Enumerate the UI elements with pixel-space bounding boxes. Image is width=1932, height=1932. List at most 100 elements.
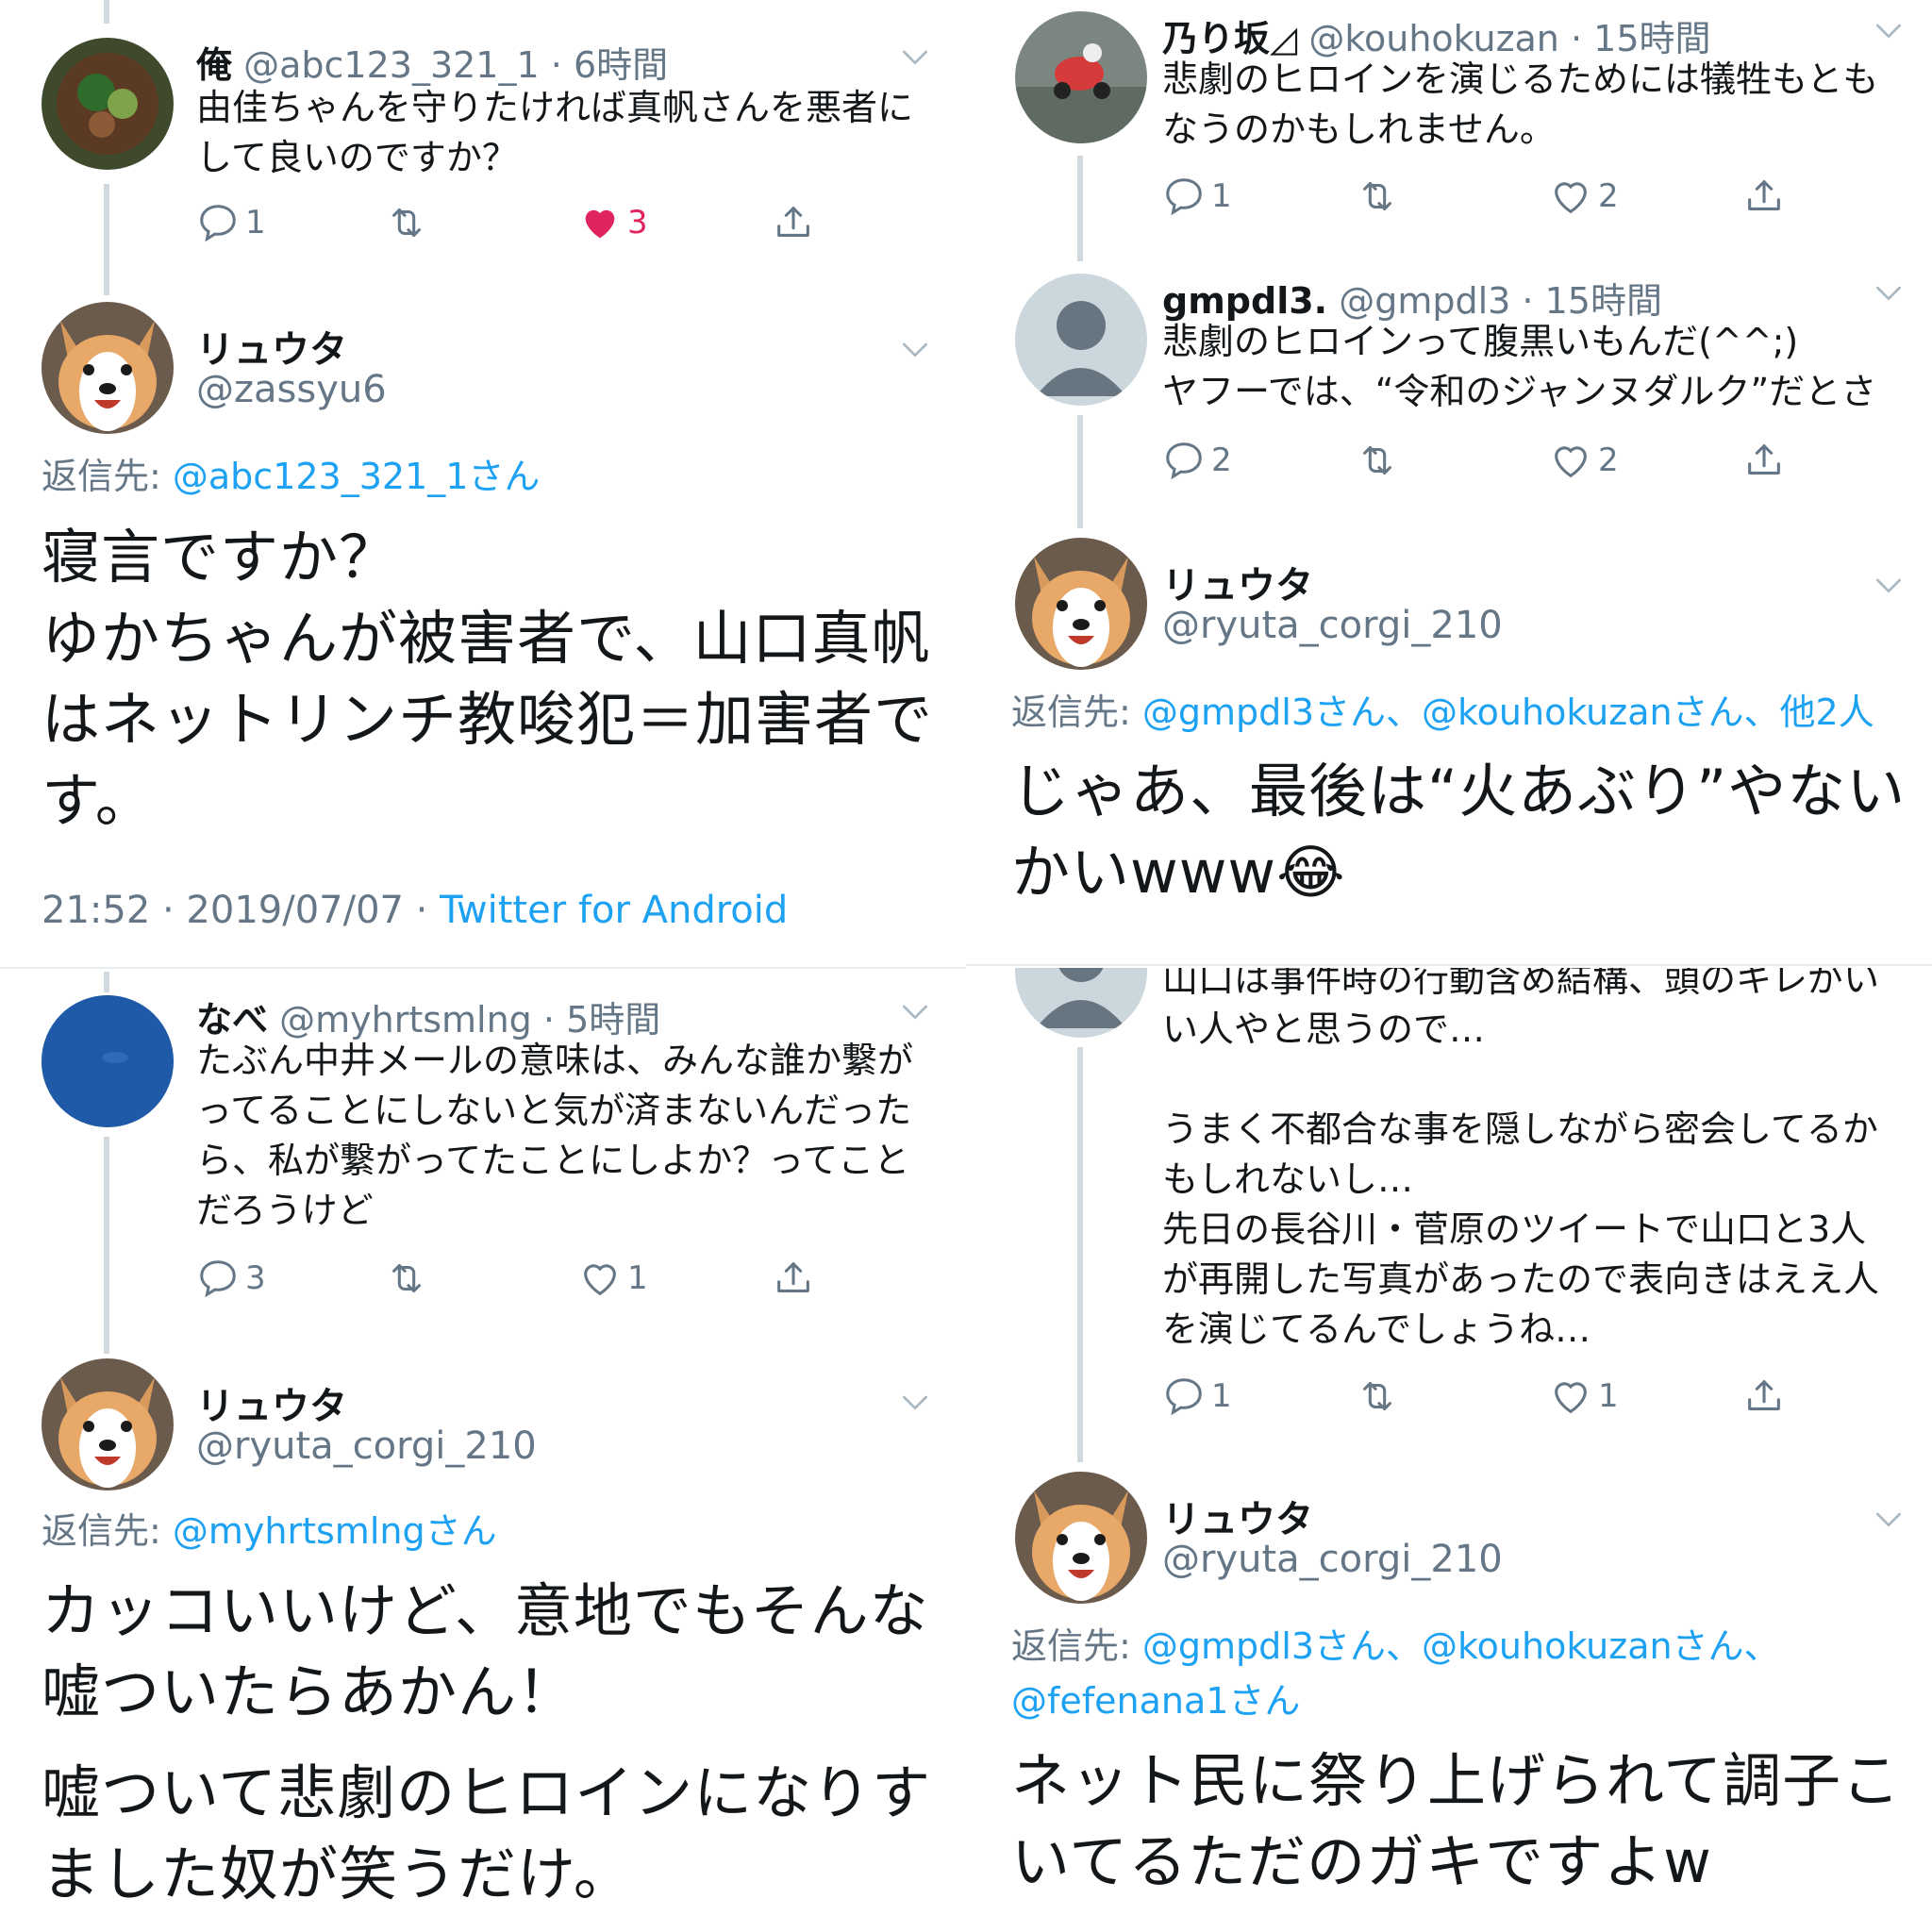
user-name[interactable]: なべ	[196, 999, 268, 1041]
divider	[966, 964, 1932, 966]
like-count: 3	[627, 204, 648, 242]
reply-button[interactable]: 3	[196, 1250, 266, 1307]
like-button[interactable]: 2	[1549, 168, 1619, 225]
user-handle[interactable]: @ryuta_corgi_210	[196, 1424, 537, 1468]
text-line: 寝言ですか？	[42, 523, 399, 591]
user-handle[interactable]: @myhrtsmlng	[279, 999, 532, 1041]
user-handle[interactable]: @kouhokuzan	[1308, 18, 1559, 59]
chevron-down-icon[interactable]	[1870, 1500, 1907, 1538]
share-icon	[1742, 1374, 1786, 1418]
tweet-text: ネット民に祭り上げられて調子こ いてるただのガキですよw	[1011, 1740, 1901, 1903]
tweet-time[interactable]: 5時間	[566, 999, 660, 1041]
avatar[interactable]	[1015, 274, 1147, 406]
text-line: ってることにしないと気が済まないんだった	[196, 1090, 912, 1131]
share-button[interactable]	[772, 1250, 815, 1307]
retweet-icon	[385, 201, 428, 244]
client-link[interactable]: Twitter for Android	[440, 889, 788, 932]
like-button[interactable]: 2	[1549, 432, 1619, 489]
chevron-down-icon[interactable]	[1870, 566, 1907, 604]
tweet-time[interactable]: 15時間	[1593, 18, 1710, 59]
reply-count: 2	[1211, 441, 1232, 479]
user-handle[interactable]: @zassyu6	[196, 368, 387, 411]
reply-targets-link[interactable]: @fefenana1さん	[1011, 1674, 1780, 1728]
avatar[interactable]	[42, 302, 174, 434]
reply-to: 返信先: @gmpdl3さん、@kouhokuzanさん、他2人	[1011, 685, 1874, 740]
retweet-icon	[1356, 175, 1399, 218]
like-icon	[578, 1257, 622, 1300]
reply-button[interactable]: 2	[1162, 432, 1232, 489]
like-count: 2	[1598, 441, 1619, 479]
user-name[interactable]: gmpdl3.	[1162, 280, 1327, 322]
reply-icon	[1162, 175, 1206, 218]
reply-button[interactable]: 1	[1162, 168, 1232, 225]
chevron-down-icon[interactable]	[896, 38, 934, 75]
text-line: ネット民に祭り上げられて調子こ	[1011, 1746, 1902, 1815]
like-button[interactable]: 1	[1549, 1368, 1619, 1424]
tweet-text: 悲劇のヒロインって腹黒いもんだ(^^;) ヤフーでは、“令和のジャンヌダルク”だ…	[1162, 317, 1876, 417]
like-button[interactable]: 1	[578, 1250, 648, 1307]
text-line: なうのかもしれません。	[1162, 108, 1556, 150]
user-handle[interactable]: @ryuta_corgi_210	[1162, 604, 1503, 647]
text-line: だろうけど	[196, 1190, 374, 1231]
reply-targets-link[interactable]: @gmpdl3さん、@kouhokuzanさん、他2人	[1142, 691, 1874, 733]
chevron-down-icon[interactable]	[1870, 274, 1907, 311]
reply-button[interactable]: 1	[196, 194, 266, 251]
retweet-button[interactable]	[385, 1250, 428, 1307]
avatar[interactable]	[1015, 11, 1147, 143]
reply-icon	[196, 1257, 240, 1300]
avatar[interactable]	[1015, 906, 1147, 1038]
thread-line	[104, 972, 109, 992]
chevron-down-icon[interactable]	[896, 330, 934, 368]
reply-count: 3	[245, 1259, 266, 1297]
user-name[interactable]: 俺	[196, 44, 232, 86]
retweet-button[interactable]	[385, 194, 428, 251]
avatar[interactable]	[42, 1358, 174, 1491]
share-icon	[1742, 439, 1786, 482]
reply-label: 返信先:	[42, 1510, 173, 1552]
reply-target-link[interactable]: @abc123_321_1さん	[173, 456, 541, 497]
reply-target-link[interactable]: @myhrtsmlngさん	[173, 1510, 497, 1552]
text-line: いてるただのガキですよw	[1011, 1827, 1712, 1896]
text-line: 嘘ついたらあかん！	[42, 1657, 577, 1726]
tweet-time[interactable]: 15時間	[1545, 280, 1662, 322]
reply-label: 返信先:	[42, 456, 173, 497]
user-name[interactable]: 乃り坂◿	[1162, 18, 1297, 59]
tweet-timestamp: 21:52 · 2019/07/07 · Twitter for Android	[42, 889, 788, 932]
chevron-down-icon[interactable]	[896, 1383, 934, 1421]
chevron-down-icon[interactable]	[1870, 11, 1907, 49]
tweet-text: カッコいいけど、意地でもそんな 嘘ついたらあかん！	[42, 1571, 929, 1733]
text-line: たぶん中井メールの意味は、みんな誰か繋が	[196, 1040, 914, 1081]
user-handle[interactable]: @abc123_321_1	[243, 44, 540, 86]
avatar[interactable]	[42, 38, 174, 170]
reply-button[interactable]: 1	[1162, 1368, 1232, 1424]
share-button[interactable]	[1742, 1368, 1786, 1424]
user-name[interactable]: リュウタ	[1162, 555, 1313, 609]
reply-count: 1	[1211, 1377, 1232, 1415]
share-icon	[1742, 175, 1786, 218]
user-handle[interactable]: @gmpdl3	[1339, 280, 1510, 322]
share-button[interactable]	[1742, 168, 1786, 225]
retweet-button[interactable]	[1356, 168, 1399, 225]
retweet-button[interactable]	[1356, 432, 1399, 489]
like-button[interactable]: 3	[578, 194, 648, 251]
reply-targets-link[interactable]: @gmpdl3さん、@kouhokuzanさん、	[1142, 1625, 1780, 1667]
left-column: 俺 @abc123_321_1 · 6時間 由佳ちゃんを守りたければ真帆さんを悪…	[0, 0, 966, 1932]
text-line: カッコいいけど、意地でもそんな	[42, 1576, 929, 1645]
chevron-down-icon[interactable]	[896, 992, 934, 1030]
tweet-time[interactable]: 6時間	[574, 44, 668, 86]
user-name[interactable]: リュウタ	[1162, 1489, 1313, 1543]
text-line: ました奴が笑うだけ。	[42, 1840, 633, 1908]
avatar[interactable]	[1015, 538, 1147, 670]
avatar[interactable]	[42, 995, 174, 1127]
retweet-icon	[1356, 439, 1399, 482]
user-handle[interactable]: @ryuta_corgi_210	[1162, 1538, 1503, 1581]
user-name[interactable]: リュウタ	[196, 319, 347, 374]
share-button[interactable]	[772, 194, 815, 251]
user-name[interactable]: リュウタ	[196, 1375, 347, 1430]
retweet-button[interactable]	[1356, 1368, 1399, 1424]
text-line: 悲劇のヒロインを演じるためには犠牲もとも	[1162, 58, 1879, 100]
avatar[interactable]	[1015, 1472, 1147, 1604]
share-button[interactable]	[1742, 432, 1786, 489]
text-line: ゆかちゃんが被害者で、山口真帆	[42, 604, 931, 673]
reply-to: 返信先: @myhrtsmlngさん	[42, 1504, 497, 1558]
